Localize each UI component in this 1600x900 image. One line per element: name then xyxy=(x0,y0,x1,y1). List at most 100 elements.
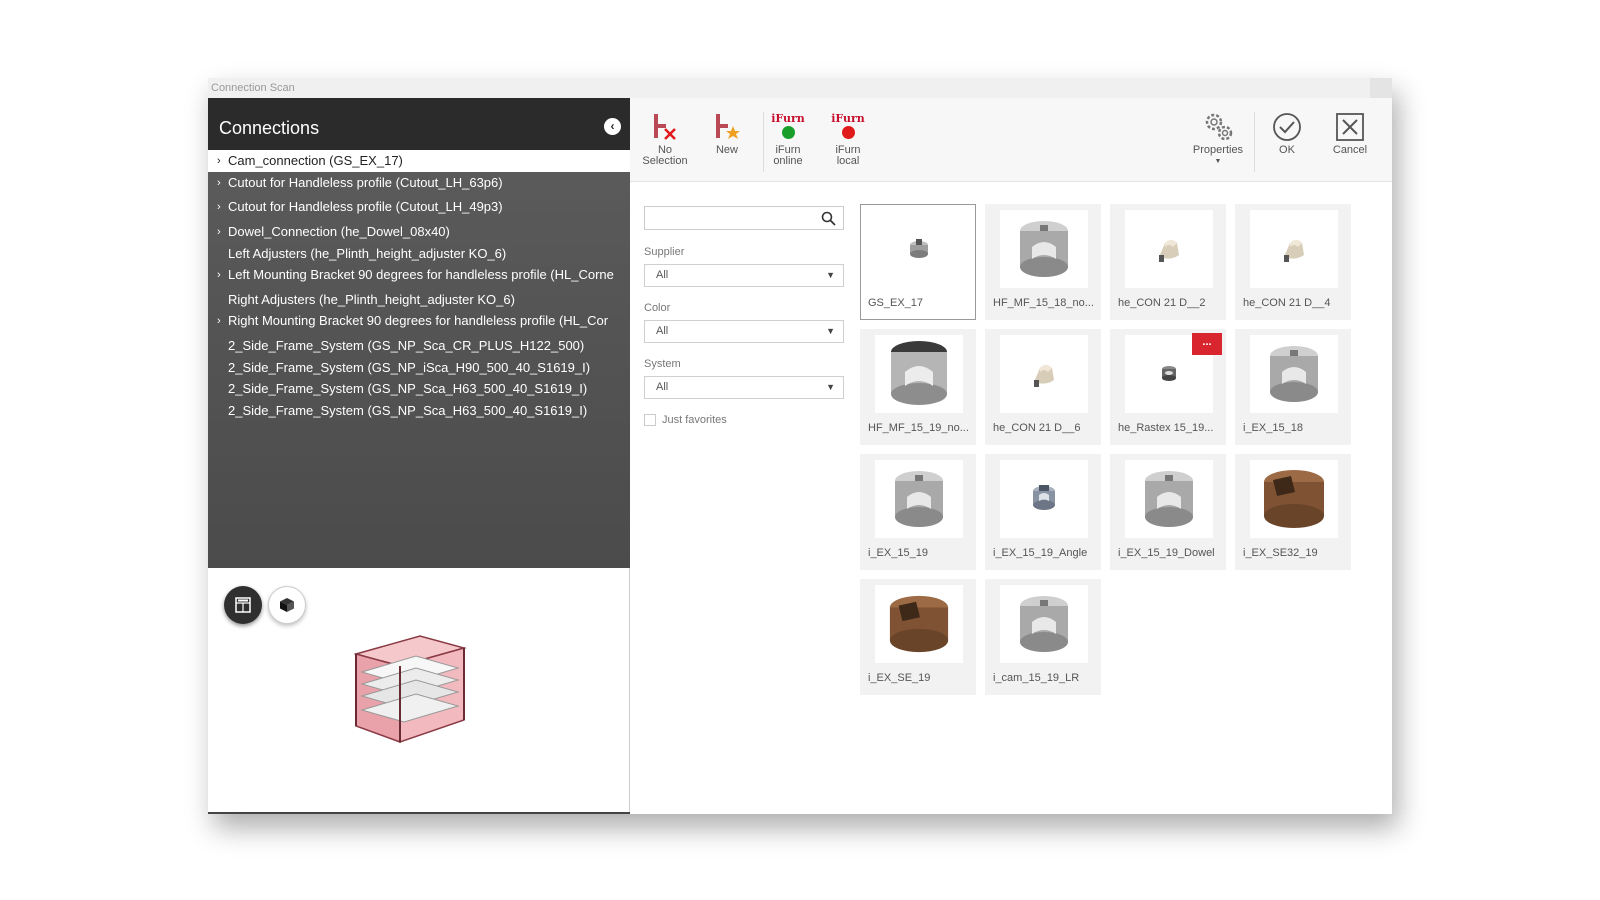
tree-item-label: 2_Side_Frame_System (GS_NP_Sca_H63_500_4… xyxy=(228,381,588,396)
chevron-right-icon[interactable]: › xyxy=(217,150,221,172)
front-view-button[interactable] xyxy=(224,586,262,624)
item-thumbnail xyxy=(875,210,963,288)
tree-item[interactable]: › Cutout for Handleless profile (Cutout_… xyxy=(208,172,630,194)
item-name: GS_EX_17 xyxy=(868,297,924,309)
title-bar: Connection Scan xyxy=(208,78,1392,98)
ifurn-online-label-2: online xyxy=(773,155,803,167)
item-tile[interactable]: i_EX_15_18 xyxy=(1235,329,1351,445)
supplier-value: All xyxy=(656,269,669,281)
new-button[interactable]: New xyxy=(710,110,744,156)
item-name: HF_MF_15_18_no... xyxy=(993,297,1094,309)
search-icon[interactable] xyxy=(821,211,836,226)
item-tile[interactable]: he_CON 21 D__2 xyxy=(1110,204,1226,320)
item-name: he_CON 21 D__2 xyxy=(1118,297,1206,309)
connections-tree: › Cam_connection (GS_EX_17) › Cutout for… xyxy=(208,150,630,568)
cam-housing-icon xyxy=(1020,596,1068,652)
toolbar: No Selection New iFurn iFurn online iFur… xyxy=(630,98,1392,182)
search-input[interactable] xyxy=(645,207,815,229)
item-tile[interactable]: HF_MF_15_19_no... xyxy=(860,329,976,445)
checkbox-box[interactable] xyxy=(644,414,656,427)
color-value: All xyxy=(656,325,669,337)
item-tile[interactable]: he_CON 21 D__4 xyxy=(1235,204,1351,320)
window-title: Connection Scan xyxy=(211,82,295,94)
connections-header: Connections ‹ xyxy=(208,98,630,150)
item-thumbnail xyxy=(1125,460,1213,538)
supplier-select[interactable]: All ▼ xyxy=(644,264,844,287)
tree-item[interactable]: › Cam_connection (GS_EX_17) xyxy=(208,150,630,172)
item-thumbnail xyxy=(1000,585,1088,663)
tree-item[interactable]: › Cutout for Handleless profile (Cutout_… xyxy=(208,196,630,218)
item-tile[interactable]: GS_EX_17 xyxy=(860,204,976,320)
more-options-badge[interactable]: ... xyxy=(1192,333,1222,355)
item-tile[interactable]: i_EX_SE32_19 xyxy=(1235,454,1351,570)
item-name: i_EX_SE32_19 xyxy=(1243,547,1318,559)
no-selection-button[interactable]: No Selection xyxy=(640,110,690,167)
ifurn-online-button[interactable]: iFurn iFurn online xyxy=(768,110,808,167)
properties-button[interactable]: Properties ▼ xyxy=(1188,110,1248,167)
3d-view-button[interactable] xyxy=(268,586,306,624)
item-thumbnail xyxy=(1250,460,1338,538)
item-tile[interactable]: i_EX_15_19_Dowel xyxy=(1110,454,1226,570)
cam-housing-icon xyxy=(895,471,943,527)
tree-item[interactable]: 2_Side_Frame_System (GS_NP_Sca_H63_500_4… xyxy=(208,378,630,400)
tree-item-label: Right Adjusters (he_Plinth_height_adjust… xyxy=(228,292,515,307)
item-tile[interactable]: he_CON 21 D__6 xyxy=(985,329,1101,445)
ifurn-local-button[interactable]: iFurn iFurn local xyxy=(830,110,866,167)
tree-item-label: Cutout for Handleless profile (Cutout_LH… xyxy=(228,199,503,214)
chevron-right-icon[interactable]: › xyxy=(217,221,221,243)
window-close-button[interactable] xyxy=(1370,78,1392,98)
brown-cam-icon xyxy=(889,595,949,653)
no-selection-icon xyxy=(654,114,676,140)
properties-label: Properties xyxy=(1192,144,1244,156)
item-tile[interactable]: HF_MF_15_18_no... xyxy=(985,204,1101,320)
item-tile[interactable]: i_EX_15_19 xyxy=(860,454,976,570)
ok-button[interactable]: OK xyxy=(1270,110,1304,156)
item-tile[interactable]: i_EX_15_19_Angle xyxy=(985,454,1101,570)
cancel-button[interactable]: Cancel xyxy=(1330,110,1370,156)
rastex-icon xyxy=(1162,366,1176,381)
item-thumbnail xyxy=(1250,210,1338,288)
connections-panel: Connections ‹ › Cam_connection (GS_EX_17… xyxy=(208,98,630,814)
chevron-down-icon: ▼ xyxy=(826,326,835,336)
connector-icon xyxy=(1284,240,1304,262)
tree-item[interactable]: Left Adjusters (he_Plinth_height_adjuste… xyxy=(208,243,630,265)
chevron-right-icon[interactable]: › xyxy=(217,310,221,332)
ifurn-logo: iFurn xyxy=(771,112,805,125)
tree-item[interactable]: 2_Side_Frame_System (GS_NP_Sca_H63_500_4… xyxy=(208,400,630,422)
tree-item[interactable]: Right Adjusters (he_Plinth_height_adjust… xyxy=(208,289,630,311)
item-tile[interactable]: i_cam_15_19_LR xyxy=(985,579,1101,695)
collapse-panel-button[interactable]: ‹ xyxy=(604,118,621,135)
item-tile[interactable]: i_EX_SE_19 xyxy=(860,579,976,695)
tree-item[interactable]: › Left Mounting Bracket 90 degrees for h… xyxy=(208,264,630,286)
item-thumbnail xyxy=(1000,335,1088,413)
chevron-right-icon[interactable]: › xyxy=(217,172,221,194)
color-select[interactable]: All ▼ xyxy=(644,320,844,343)
front-view-icon xyxy=(235,597,251,613)
chevron-right-icon[interactable]: › xyxy=(217,196,221,218)
tree-item-label: Left Mounting Bracket 90 degrees for han… xyxy=(228,267,614,282)
item-name: i_EX_15_19_Angle xyxy=(993,547,1088,559)
system-select[interactable]: All ▼ xyxy=(644,376,844,399)
system-value: All xyxy=(656,381,669,393)
new-star-icon xyxy=(716,114,740,139)
tree-item[interactable]: › Dowel_Connection (he_Dowel_08x40) xyxy=(208,221,630,243)
just-favorites-checkbox[interactable]: Just favorites xyxy=(644,414,727,427)
item-tile[interactable]: ... he_Rastex 15_19... xyxy=(1110,329,1226,445)
local-status-icon xyxy=(841,126,855,139)
tree-item[interactable]: › Right Mounting Bracket 90 degrees for … xyxy=(208,310,630,332)
tree-item[interactable]: 2_Side_Frame_System (GS_NP_Sca_CR_PLUS_H… xyxy=(208,335,630,357)
cabinet-3d-preview xyxy=(354,635,467,744)
item-grid: GS_EX_17 HF_MF_15_18_no... he_CON 21 D__… xyxy=(860,204,1360,704)
dropdown-caret-icon: ▼ xyxy=(1214,158,1222,165)
supplier-label: Supplier xyxy=(644,246,685,258)
item-name: i_EX_SE_19 xyxy=(868,672,931,684)
cam-housing-icon xyxy=(1270,346,1318,402)
item-name: he_CON 21 D__4 xyxy=(1243,297,1331,309)
tree-item-label: 2_Side_Frame_System (GS_NP_Sca_H63_500_4… xyxy=(228,403,588,418)
chevron-right-icon[interactable]: › xyxy=(217,264,221,286)
tree-item[interactable]: 2_Side_Frame_System (GS_NP_iSca_H90_500_… xyxy=(208,357,630,379)
no-selection-label-2: Selection xyxy=(642,155,688,167)
item-thumbnail xyxy=(1250,335,1338,413)
tree-item-label: Cutout for Handleless profile (Cutout_LH… xyxy=(228,175,503,190)
cam-housing-icon xyxy=(1145,471,1193,527)
